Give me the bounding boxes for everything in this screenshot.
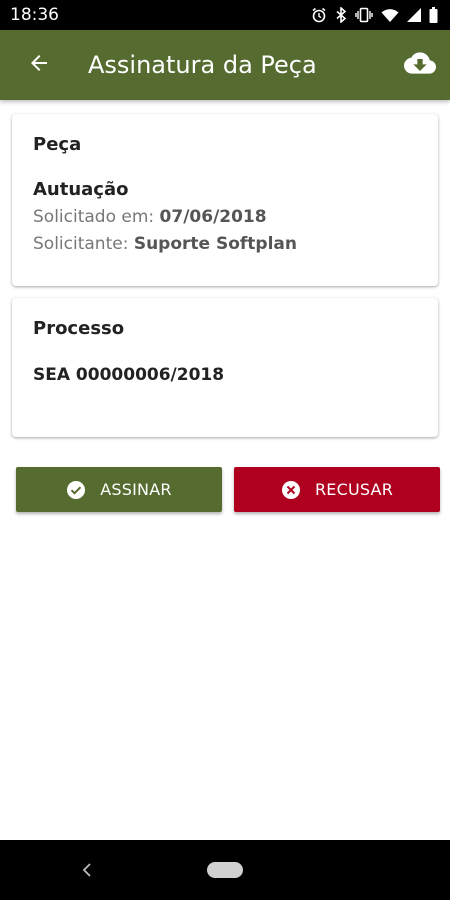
processo-card: Processo SEA 00000006/2018 bbox=[12, 298, 438, 437]
battery-icon bbox=[429, 7, 438, 23]
signal-icon bbox=[407, 8, 421, 22]
vibrate-icon bbox=[355, 7, 373, 23]
alarm-icon bbox=[311, 7, 327, 23]
processo-card-title: Processo bbox=[33, 318, 125, 339]
cloud-download-icon bbox=[404, 51, 436, 80]
sign-button-label: ASSINAR bbox=[100, 480, 172, 499]
cancel-circle-icon bbox=[281, 480, 301, 500]
arrow-back-icon bbox=[27, 51, 51, 80]
requested-label: Solicitado em: bbox=[33, 207, 155, 227]
process-number: SEA 00000006/2018 bbox=[33, 365, 225, 385]
requested-date-line: Solicitado em: 07/06/2018 bbox=[33, 207, 417, 227]
status-icons bbox=[311, 7, 438, 23]
app-bar: Assinatura da Peça bbox=[0, 30, 450, 100]
requester-name: Suporte Softplan bbox=[133, 234, 297, 254]
peca-subject: Autuação bbox=[33, 179, 129, 200]
requester-line: Solicitante: Suporte Softplan bbox=[33, 234, 417, 254]
system-nav-bar bbox=[0, 840, 450, 900]
status-bar: 18:36 bbox=[0, 0, 450, 30]
screen: 18:36 Assinatura da Peça Peça Autuação S… bbox=[0, 0, 450, 900]
requested-date: 07/06/2018 bbox=[159, 207, 267, 227]
bluetooth-icon bbox=[335, 7, 347, 23]
back-button[interactable] bbox=[0, 30, 80, 100]
peca-card: Peça Autuação Solicitado em: 07/06/2018 … bbox=[12, 114, 438, 286]
download-button[interactable] bbox=[390, 30, 450, 100]
refuse-button[interactable]: RECUSAR bbox=[234, 467, 440, 512]
page-title: Assinatura da Peça bbox=[88, 51, 317, 79]
sign-button[interactable]: ASSINAR bbox=[16, 467, 222, 512]
peca-card-title: Peça bbox=[33, 134, 82, 155]
status-time: 18:36 bbox=[10, 5, 59, 25]
nav-back-icon[interactable] bbox=[80, 860, 94, 885]
nav-home-pill[interactable] bbox=[207, 862, 243, 878]
refuse-button-label: RECUSAR bbox=[314, 480, 394, 499]
requester-label: Solicitante: bbox=[33, 234, 129, 254]
check-circle-icon bbox=[66, 480, 86, 500]
wifi-icon bbox=[381, 8, 399, 23]
